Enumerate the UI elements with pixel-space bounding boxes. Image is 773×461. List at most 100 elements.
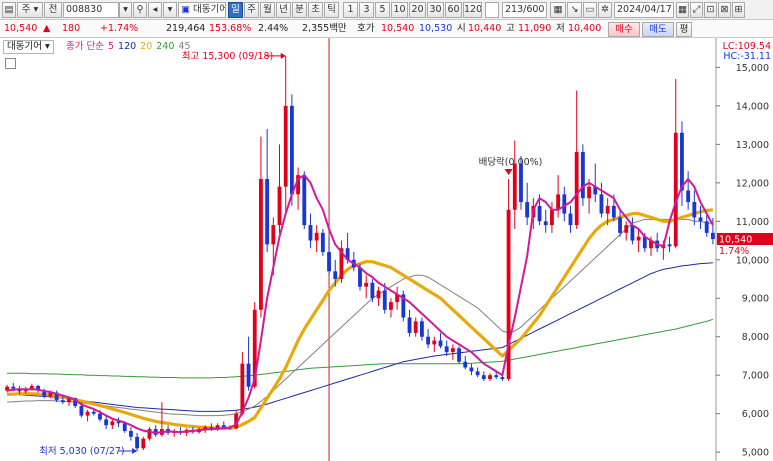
interval-20[interactable]: 20 (409, 2, 426, 18)
legend-title: 종가 단순 (66, 41, 104, 52)
scale-label: HC:-31.11 (723, 51, 771, 62)
interval-60[interactable]: 60 (445, 2, 462, 18)
candle-body (444, 346, 449, 353)
candle-body (79, 405, 84, 416)
candle-body (426, 336, 431, 345)
market-select[interactable]: 주 ▾ (17, 2, 43, 18)
interval-custom-input[interactable] (485, 2, 499, 18)
chart-stock-name: 대동기어 (7, 41, 42, 52)
sell-button[interactable]: 매도 (642, 22, 674, 37)
candle-body (692, 202, 697, 218)
low-annotation: 최저 5,030 (07/27) (39, 446, 125, 457)
fullscreen-icon[interactable]: ⤢ (690, 2, 703, 18)
interval-3[interactable]: 3 (359, 2, 374, 18)
last-price-label: 10,540 (719, 234, 752, 245)
candle-body (104, 419, 109, 426)
period-tab-month[interactable]: 월 (260, 2, 275, 18)
candle-body (308, 225, 313, 241)
period-tab-day[interactable]: 일 (228, 2, 243, 18)
search-icon[interactable]: ⚲ (133, 2, 147, 18)
candle-body (673, 132, 678, 247)
candle-body (704, 221, 709, 233)
open-label: 시 (457, 23, 466, 34)
market-code: 주 (21, 4, 31, 15)
candle-body (680, 132, 684, 191)
pin-icon[interactable]: ⊞ (732, 2, 745, 18)
candle-body (289, 105, 294, 195)
interval-10[interactable]: 10 (391, 2, 408, 18)
window-menu-icon[interactable]: ▤ (2, 2, 16, 18)
eval-button[interactable]: 평 (676, 22, 692, 37)
gear-icon[interactable]: ✲ (598, 2, 612, 18)
bar-count-input[interactable]: 213/600 (502, 2, 547, 18)
candle-body (587, 186, 591, 199)
y-tick-label: 7,000 (742, 371, 769, 382)
interval-1[interactable]: 1 (343, 2, 358, 18)
volume-ratio: 153.68% (209, 23, 252, 34)
save-icon[interactable]: ▭ (583, 2, 597, 18)
legend-ma240: 240 (156, 41, 175, 52)
stock-code-input[interactable]: 008830 (63, 2, 119, 18)
lock-icon[interactable]: ⊡ (704, 2, 717, 18)
y-tick-label: 9,000 (742, 294, 769, 305)
candle-body (463, 361, 468, 368)
candle-body (221, 425, 226, 428)
candle-body (110, 421, 115, 426)
chart-line-icon[interactable]: ↘ (567, 2, 582, 18)
interval-5[interactable]: 5 (375, 2, 390, 18)
low-price: 10,400 (568, 23, 602, 34)
candle-body (494, 375, 499, 378)
settings-dropdown-icon[interactable]: ▾ (163, 2, 177, 18)
candle-body (389, 302, 393, 310)
candle-body (85, 411, 90, 416)
y-tick-label: 14,000 (736, 101, 769, 112)
interval-120[interactable]: 120 (463, 2, 482, 18)
link-icon[interactable]: ⊠ (718, 2, 731, 18)
candle-body (605, 205, 610, 214)
candle-body (246, 363, 251, 387)
period-tab-year[interactable]: 년 (276, 2, 291, 18)
candle-body (636, 236, 641, 241)
period-tab-second[interactable]: 초 (308, 2, 323, 18)
candle-body (370, 282, 375, 299)
candle-body (469, 367, 474, 372)
indicator-name-box[interactable]: 대동기어 ▾ (3, 40, 54, 54)
y-tick-label: 11,000 (736, 217, 769, 228)
candle-body (556, 194, 561, 210)
candle-body (611, 205, 616, 218)
legend: 종가 단순 5 120 20 240 45 (66, 41, 195, 53)
y-tick-label: 6,000 (742, 409, 769, 420)
candle-body (320, 232, 325, 253)
market-type-select[interactable]: 전 (44, 2, 62, 18)
chart-tools-icon[interactable]: ▦ (550, 2, 566, 18)
price-chart[interactable]: 5,0006,0007,0008,0009,00010,00011,00012,… (0, 38, 773, 461)
candle-body (376, 290, 381, 299)
candle-body (413, 321, 418, 333)
date-input[interactable]: 2024/04/17 (614, 2, 674, 18)
candle-body (364, 282, 369, 287)
ask-price-1: 10,540 (381, 23, 415, 34)
candle-body (438, 340, 443, 347)
candle-body (432, 340, 437, 345)
candle-body (500, 377, 505, 380)
calendar-icon[interactable]: ▦ (676, 2, 689, 18)
period-tab-tick[interactable]: 틱 (324, 2, 339, 18)
y-tick-label: 8,000 (742, 332, 769, 343)
grid-toggle-checkbox[interactable] (5, 58, 16, 69)
candle (580, 144, 585, 206)
candle-body (574, 152, 579, 226)
speaker-icon[interactable]: ◂ (148, 2, 162, 18)
candle (141, 436, 146, 451)
stock-name-field[interactable]: ▣ 대동기어 (178, 2, 226, 18)
period-tab-minute[interactable]: 분 (292, 2, 307, 18)
candle-body (450, 348, 455, 353)
period-tab-week[interactable]: 주 (244, 2, 259, 18)
legend-ma20: 20 (140, 41, 153, 52)
stock-dropdown-icon[interactable]: ▾ (119, 2, 132, 18)
candle-body (333, 271, 338, 280)
candle-body (91, 411, 96, 414)
buy-button[interactable]: 매수 (608, 22, 640, 37)
interval-30[interactable]: 30 (427, 2, 444, 18)
candle-body (382, 290, 387, 310)
y-tick-label: 15,000 (736, 63, 769, 74)
